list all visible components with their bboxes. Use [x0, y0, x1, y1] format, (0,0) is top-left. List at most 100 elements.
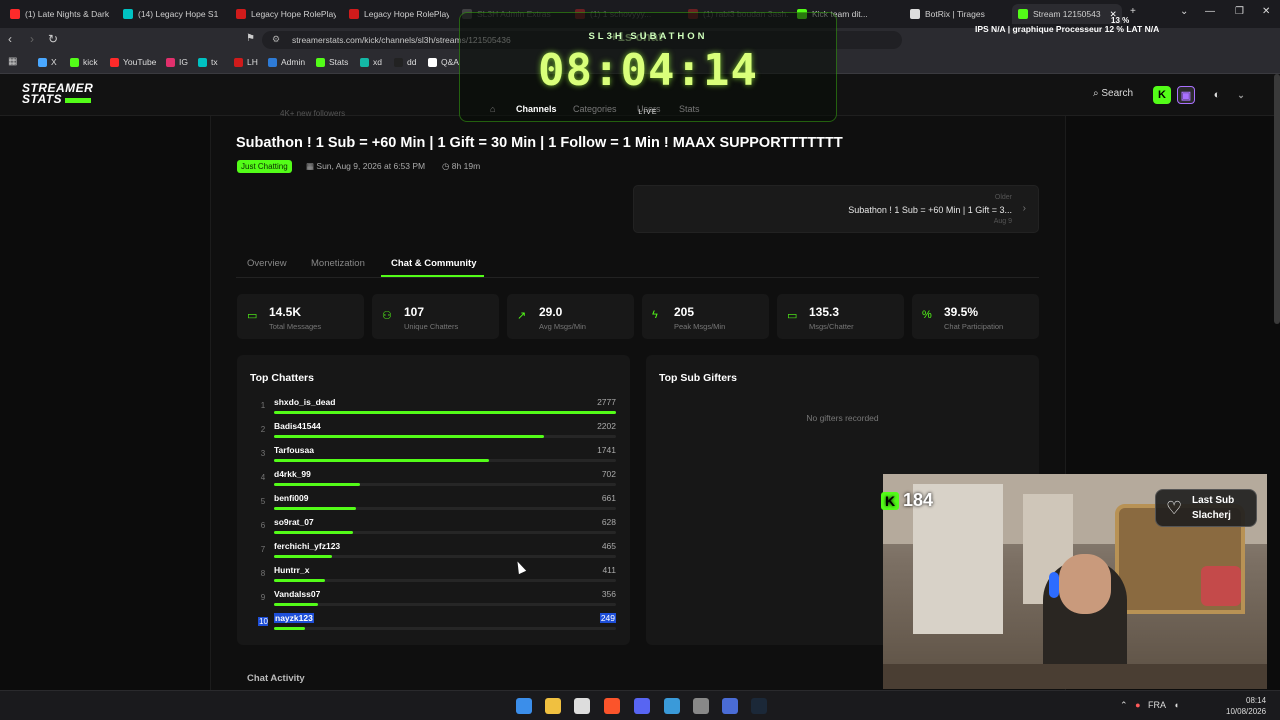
stat-card-avg-msgs: ↗ 29.0 Avg Msgs/Min	[507, 294, 634, 339]
site-info-icon[interactable]: ⚙	[272, 34, 280, 45]
chevron-down-icon[interactable]: ⌄	[1232, 86, 1250, 104]
bookmark-xd[interactable]: xd	[360, 57, 382, 67]
tab-chat-community[interactable]: Chat & Community	[391, 258, 477, 269]
bookmark-qa[interactable]: Q&A	[428, 57, 459, 67]
lh-icon	[234, 57, 243, 67]
chatter-row[interactable]: 9 Vandalss07 356	[258, 589, 618, 611]
chatter-bar-fill	[274, 627, 305, 630]
file-explorer-icon[interactable]	[545, 698, 561, 714]
chatter-name[interactable]: d4rkk_99	[274, 469, 311, 479]
chatter-row[interactable]: 3 Tarfousaa 1741	[258, 445, 618, 467]
chatter-rank: 10	[258, 617, 268, 626]
stream-date: ▦ Sun, Aug 9, 2026 at 6:53 PM	[306, 161, 426, 171]
bookmark-admin[interactable]: Admin	[268, 57, 305, 67]
bookmark-dd[interactable]: dd	[394, 57, 416, 67]
search-button[interactable]: ⌕ Search	[1093, 88, 1133, 99]
chatter-bar-fill	[274, 459, 490, 462]
stat-card-unique-chatters: ⚇ 107 Unique Chatters	[372, 294, 499, 339]
instagram-icon	[166, 57, 175, 67]
chatter-bar-track	[274, 627, 616, 630]
chatter-row[interactable]: 2 Badis41544 2202	[258, 421, 618, 443]
tab-monetization[interactable]: Monetization	[311, 258, 365, 269]
bookmark-ig[interactable]: IG	[166, 57, 188, 67]
logo-bar	[65, 98, 92, 103]
browser-tab[interactable]: (14) Legacy Hope S1	[123, 4, 223, 24]
chatter-name[interactable]: Tarfousaa	[274, 445, 314, 455]
bookmark-lh[interactable]: LH	[234, 57, 258, 67]
chatter-row[interactable]: 8 Huntrr_x 411	[258, 565, 618, 587]
start-icon[interactable]	[516, 698, 532, 714]
user-avatar[interactable]: ◐	[1208, 86, 1226, 104]
chatter-name[interactable]: so9rat_07	[274, 517, 314, 527]
chatter-count: 356	[601, 589, 616, 599]
chatter-row[interactable]: 1 shxdo_is_dead 2777	[258, 397, 618, 419]
stat-card-peak-msgs: ϟ 205 Peak Msgs/Min	[642, 294, 769, 339]
bookmark-stats[interactable]: Stats	[316, 57, 348, 67]
chatter-name[interactable]: Vandalss07	[274, 589, 320, 599]
bolt-icon: ϟ	[652, 309, 658, 321]
obs-icon[interactable]	[693, 698, 709, 714]
category-badge[interactable]: Just Chatting	[237, 160, 292, 173]
stream-title: Subathon ! 1 Sub = +60 Min | 1 Gift = 30…	[236, 135, 843, 151]
app-icon[interactable]	[664, 698, 680, 714]
chat-activity-heading: Chat Activity	[247, 673, 305, 684]
chatter-count: 249	[599, 613, 616, 623]
older-stream-link[interactable]: Older Subathon ! 1 Sub = +60 Min | 1 Gif…	[633, 185, 1039, 233]
bookmark-kick[interactable]: kick	[70, 57, 98, 67]
kick-platform-button[interactable]: K	[1153, 86, 1171, 104]
forward-icon[interactable]: ›	[30, 32, 34, 46]
chatter-bar-track	[274, 603, 616, 606]
chatter-row[interactable]: 4 d4rkk_99 702	[258, 469, 618, 491]
app-icon[interactable]	[722, 698, 738, 714]
browser-tab[interactable]: Legacy Hope RolePlay	[236, 4, 336, 24]
twitch-platform-button[interactable]: ▣	[1177, 86, 1195, 104]
windows-taskbar: ⌃ ● FRA ◖ 08:14 10/08/2026	[0, 690, 1280, 720]
language-indicator[interactable]: FRA	[1148, 700, 1166, 710]
chevron-up-icon[interactable]: ⌃	[1120, 700, 1128, 710]
steam-icon[interactable]	[751, 698, 767, 714]
headset	[1049, 572, 1059, 598]
chatter-name[interactable]: ferchichi_yfz123	[274, 541, 340, 551]
chatter-name[interactable]: Huntrr_x	[274, 565, 309, 575]
back-icon[interactable]: ‹	[8, 32, 12, 46]
chatter-row[interactable]: 5 benfi009 661	[258, 493, 618, 515]
x-icon	[38, 57, 47, 67]
chatter-name[interactable]: benfi009	[274, 493, 309, 503]
page-scrollbar[interactable]	[1274, 74, 1280, 324]
tab-divider	[236, 277, 1039, 278]
discord-icon[interactable]	[634, 698, 650, 714]
chatter-bar-fill	[274, 507, 357, 510]
chatter-row[interactable]: 10 nayzk123 249	[258, 613, 618, 635]
bookmark-icon[interactable]: ⚑	[246, 33, 255, 44]
app-icon[interactable]	[574, 698, 590, 714]
chatter-bar-track	[274, 507, 616, 510]
chatter-count: 2202	[597, 421, 616, 431]
browser-tab[interactable]: Legacy Hope RolePlay	[349, 4, 449, 24]
chatter-row[interactable]: 7 ferchichi_yfz123 465	[258, 541, 618, 563]
mic-icon[interactable]: ●	[1135, 700, 1140, 710]
users-icon: ⚇	[382, 310, 392, 322]
bookmark-tx[interactable]: tx	[198, 57, 218, 67]
chatter-rank: 2	[260, 425, 266, 434]
volume-icon[interactable]: ◖	[1174, 700, 1179, 710]
kick-icon: K	[881, 491, 899, 510]
chatter-count: 1741	[597, 445, 616, 455]
brave-icon[interactable]	[604, 698, 620, 714]
bookmark-youtube[interactable]: YouTube	[110, 57, 156, 67]
chatter-name[interactable]: Badis41544	[274, 421, 321, 431]
streamerstats-logo[interactable]: STREAMER STATS	[22, 82, 93, 105]
trend-icon: ↗	[517, 310, 527, 322]
bookmark-x[interactable]: X	[38, 57, 57, 67]
browser-tab[interactable]: (1) Late Nights & Dark	[10, 4, 110, 24]
system-clock[interactable]: 08:14 10/08/2026	[1226, 695, 1266, 717]
chatter-row[interactable]: 6 so9rat_07 628	[258, 517, 618, 539]
chatter-bar-fill	[274, 603, 319, 606]
percent-icon: %	[922, 309, 932, 321]
chatter-name[interactable]: shxdo_is_dead	[274, 397, 335, 407]
reload-icon[interactable]: ↻	[48, 32, 58, 46]
chatter-bar-track	[274, 435, 616, 438]
apps-icon[interactable]: ▦	[8, 56, 17, 67]
chatter-count: 465	[601, 541, 616, 551]
tab-overview[interactable]: Overview	[247, 258, 287, 269]
chatter-name[interactable]: nayzk123	[274, 613, 314, 623]
